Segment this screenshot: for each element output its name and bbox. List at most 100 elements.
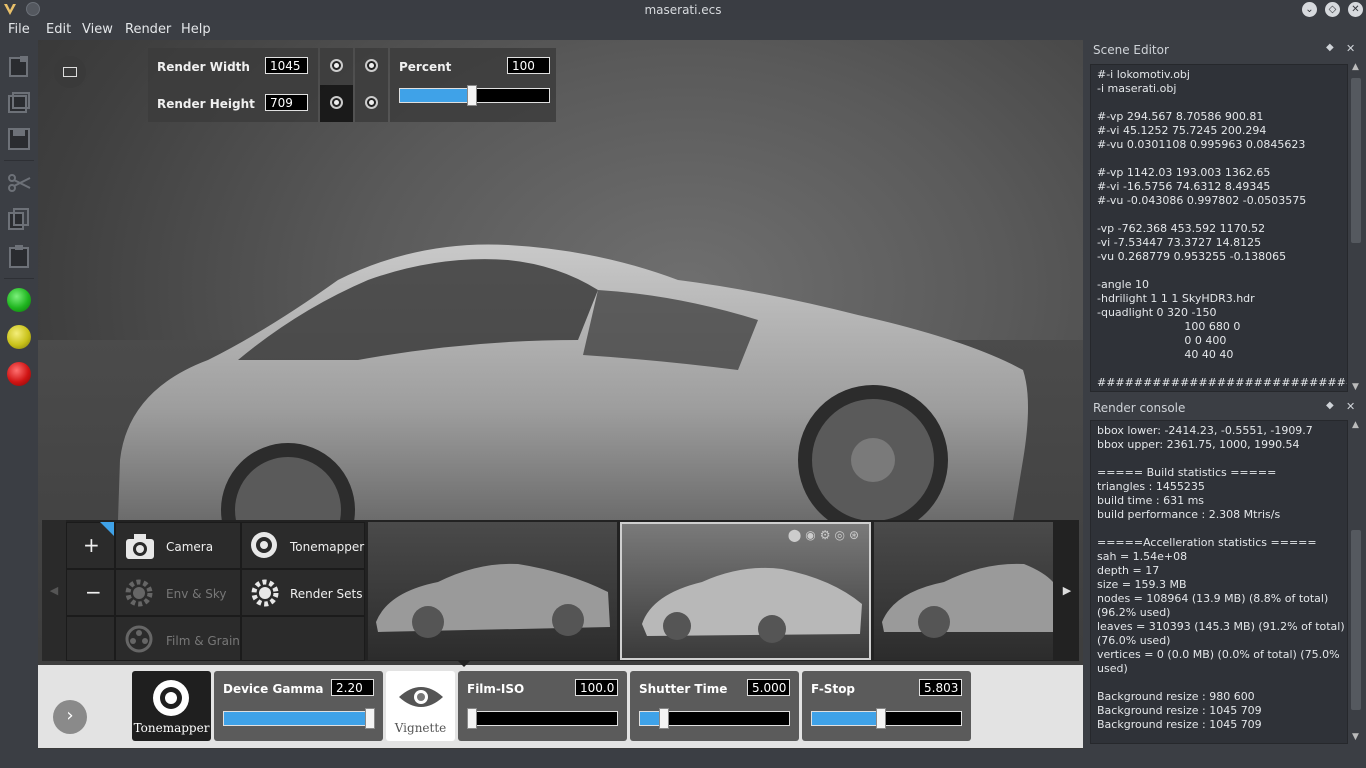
- percent-input[interactable]: 100: [507, 57, 550, 74]
- width-radio-cell-2: [355, 48, 388, 85]
- device-gamma-input[interactable]: 2.20: [331, 679, 374, 696]
- render-thumbnail-2-selected[interactable]: ⬤◉⚙◎⊛: [620, 522, 871, 660]
- car-thumbnail-image: [882, 563, 1053, 638]
- selection-pointer: [458, 661, 470, 667]
- aperture-icon: [153, 680, 189, 716]
- height-option-radio[interactable]: [365, 96, 378, 109]
- remove-render-set-button[interactable]: −: [66, 569, 115, 616]
- expand-arrow-button[interactable]: ›: [53, 700, 87, 734]
- width-radio-cell: [320, 48, 353, 85]
- film-reel-icon: [125, 625, 153, 653]
- shutter-time-input[interactable]: 5.000: [747, 679, 790, 696]
- save-icon[interactable]: [6, 126, 32, 152]
- green-status-button[interactable]: [7, 288, 31, 312]
- float-dock-icon[interactable]: ◆: [1326, 400, 1334, 411]
- scene-editor-scrollbar[interactable]: ▲ ▼: [1350, 62, 1362, 392]
- width-lock-radio[interactable]: [330, 59, 343, 72]
- film-grain-tool[interactable]: Film & Grain: [115, 616, 241, 661]
- device-gamma-slider[interactable]: [223, 708, 376, 729]
- float-dock-icon[interactable]: ◆: [1326, 42, 1334, 53]
- scrollbar-thumb[interactable]: [1351, 530, 1361, 710]
- gear-icon: [125, 579, 153, 607]
- thumbnail-actions-icons[interactable]: ⬤◉⚙◎⊛: [788, 528, 863, 542]
- render-sets-tool[interactable]: Render Sets: [241, 569, 365, 616]
- render-height-input[interactable]: 709: [265, 94, 308, 111]
- height-lock-radio[interactable]: [330, 96, 343, 109]
- scroll-up-icon[interactable]: ▲: [1352, 420, 1359, 430]
- menu-help[interactable]: Help: [181, 22, 211, 37]
- render-console-scrollbar[interactable]: ▲ ▼: [1350, 420, 1362, 744]
- render-console-title: Render console: [1093, 401, 1186, 415]
- scrollbar-thumb[interactable]: [1351, 78, 1361, 243]
- close-dock-icon[interactable]: ✕: [1346, 42, 1355, 55]
- f-stop-input[interactable]: 5.803: [919, 679, 962, 696]
- f-stop-knob[interactable]: [875, 708, 886, 729]
- paste-icon[interactable]: [6, 243, 32, 269]
- film-iso-input[interactable]: 100.0: [575, 679, 618, 696]
- open-file-icon[interactable]: [6, 90, 32, 116]
- close-window-button[interactable]: ✕: [1348, 2, 1363, 17]
- scene-editor-dock: Scene Editor ◆ ✕ #-i lokomotiv.obj -i ma…: [1088, 40, 1366, 394]
- render-console-header: Render console ◆ ✕: [1088, 398, 1366, 418]
- device-gamma-knob[interactable]: [365, 708, 376, 729]
- percent-panel: Percent 100: [390, 48, 556, 122]
- percent-slider[interactable]: [399, 85, 550, 106]
- f-stop-control: F-Stop 5.803: [802, 671, 971, 741]
- car-thumbnail-image: [376, 563, 610, 638]
- camera-tool[interactable]: Camera: [115, 522, 241, 569]
- menu-bar: File Edit View Render Help: [0, 20, 1366, 40]
- tonemapper-button[interactable]: Tonemapper: [132, 671, 211, 741]
- f-stop-slider[interactable]: [811, 708, 962, 729]
- red-status-button[interactable]: [7, 362, 31, 386]
- menu-edit[interactable]: Edit: [46, 22, 71, 37]
- close-dock-icon[interactable]: ✕: [1346, 400, 1355, 413]
- left-toolbar: [0, 40, 38, 748]
- minimize-button[interactable]: ⌄: [1302, 2, 1317, 17]
- copy-icon[interactable]: [6, 206, 32, 232]
- eye-icon: [399, 687, 443, 707]
- cut-icon[interactable]: [6, 170, 32, 196]
- selected-corner-marker: [100, 522, 114, 536]
- viewport-frame-button[interactable]: [54, 56, 86, 88]
- env-sky-tool[interactable]: Env & Sky: [115, 569, 241, 616]
- maximize-button[interactable]: ◇: [1325, 2, 1340, 17]
- render-width-input[interactable]: 1045: [265, 57, 308, 74]
- strip-right-arrow[interactable]: ▶: [1055, 520, 1079, 661]
- scroll-down-icon[interactable]: ▼: [1352, 382, 1359, 392]
- render-width-panel: Render Width 1045: [148, 48, 318, 85]
- percent-slider-fill: [400, 89, 472, 102]
- aperture-icon: [251, 532, 277, 558]
- render-set-strip: ◀ + Camera Tonemapper − Env & Sky Render…: [42, 520, 1079, 661]
- tonemapper-tool[interactable]: Tonemapper: [241, 522, 365, 569]
- f-stop-fill: [812, 712, 881, 725]
- height-radio-cell-2: [355, 85, 388, 122]
- height-radio-cell: [320, 85, 353, 122]
- menu-file[interactable]: File: [8, 22, 30, 37]
- yellow-status-button[interactable]: [7, 325, 31, 349]
- render-thumbnail-3[interactable]: [874, 522, 1053, 660]
- render-width-label: Render Width: [157, 60, 250, 74]
- scroll-down-icon[interactable]: ▼: [1352, 732, 1359, 742]
- film-iso-control: Film-ISO 100.0: [458, 671, 627, 741]
- device-gamma-fill: [224, 712, 371, 725]
- shutter-time-knob[interactable]: [658, 708, 669, 729]
- toolbar-divider: [4, 160, 34, 161]
- percent-slider-knob[interactable]: [466, 85, 477, 106]
- vignette-button[interactable]: Vignette: [386, 671, 455, 741]
- menu-view[interactable]: View: [82, 22, 113, 37]
- empty-cell: [241, 616, 365, 661]
- car-thumbnail-image: [642, 567, 862, 643]
- menu-render[interactable]: Render: [125, 22, 171, 37]
- film-iso-slider[interactable]: [467, 708, 618, 729]
- film-iso-knob[interactable]: [467, 708, 478, 729]
- strip-left-arrow[interactable]: ◀: [42, 520, 66, 661]
- new-file-icon[interactable]: [6, 54, 32, 80]
- render-thumbnail-1[interactable]: [368, 522, 617, 660]
- width-option-radio[interactable]: [365, 59, 378, 72]
- frame-icon: [63, 67, 77, 77]
- scene-editor-text[interactable]: #-i lokomotiv.obj -i maserati.obj #-vp 2…: [1090, 64, 1348, 392]
- scroll-up-icon[interactable]: ▲: [1352, 62, 1359, 72]
- camera-icon: [126, 534, 154, 559]
- shutter-time-slider[interactable]: [639, 708, 790, 729]
- percent-label: Percent: [399, 60, 452, 74]
